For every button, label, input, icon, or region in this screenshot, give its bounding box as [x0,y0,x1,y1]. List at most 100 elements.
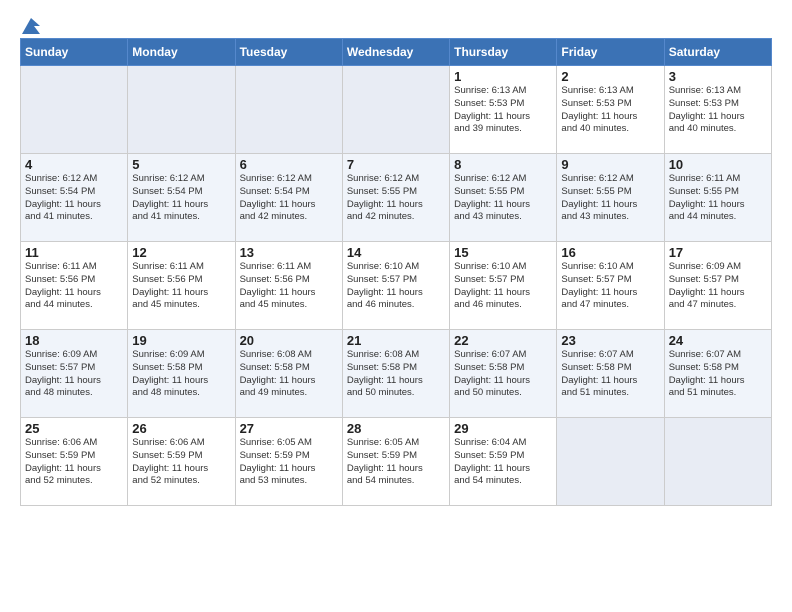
day-header-saturday: Saturday [664,39,771,66]
day-info: Sunrise: 6:11 AM Sunset: 5:56 PM Dayligh… [240,261,338,312]
calendar-header-row: SundayMondayTuesdayWednesdayThursdayFrid… [21,39,772,66]
day-info: Sunrise: 6:06 AM Sunset: 5:59 PM Dayligh… [132,437,230,488]
calendar-table: SundayMondayTuesdayWednesdayThursdayFrid… [20,38,772,506]
day-number: 15 [454,245,552,260]
day-info: Sunrise: 6:10 AM Sunset: 5:57 PM Dayligh… [561,261,659,312]
calendar-cell: 7Sunrise: 6:12 AM Sunset: 5:55 PM Daylig… [342,154,449,242]
calendar-cell: 28Sunrise: 6:05 AM Sunset: 5:59 PM Dayli… [342,418,449,506]
day-info: Sunrise: 6:12 AM Sunset: 5:55 PM Dayligh… [347,173,445,224]
day-number: 14 [347,245,445,260]
day-info: Sunrise: 6:12 AM Sunset: 5:54 PM Dayligh… [132,173,230,224]
day-number: 22 [454,333,552,348]
day-info: Sunrise: 6:09 AM Sunset: 5:58 PM Dayligh… [132,349,230,400]
day-info: Sunrise: 6:09 AM Sunset: 5:57 PM Dayligh… [669,261,767,312]
day-header-sunday: Sunday [21,39,128,66]
day-header-thursday: Thursday [450,39,557,66]
calendar-cell: 12Sunrise: 6:11 AM Sunset: 5:56 PM Dayli… [128,242,235,330]
day-info: Sunrise: 6:12 AM Sunset: 5:55 PM Dayligh… [561,173,659,224]
day-info: Sunrise: 6:07 AM Sunset: 5:58 PM Dayligh… [454,349,552,400]
day-header-monday: Monday [128,39,235,66]
calendar-body: 1Sunrise: 6:13 AM Sunset: 5:53 PM Daylig… [21,66,772,506]
calendar-cell: 4Sunrise: 6:12 AM Sunset: 5:54 PM Daylig… [21,154,128,242]
day-header-wednesday: Wednesday [342,39,449,66]
calendar-cell: 15Sunrise: 6:10 AM Sunset: 5:57 PM Dayli… [450,242,557,330]
header [20,16,772,30]
calendar-week-1: 4Sunrise: 6:12 AM Sunset: 5:54 PM Daylig… [21,154,772,242]
calendar-cell: 3Sunrise: 6:13 AM Sunset: 5:53 PM Daylig… [664,66,771,154]
day-info: Sunrise: 6:11 AM Sunset: 5:55 PM Dayligh… [669,173,767,224]
day-number: 28 [347,421,445,436]
day-info: Sunrise: 6:05 AM Sunset: 5:59 PM Dayligh… [347,437,445,488]
day-header-tuesday: Tuesday [235,39,342,66]
calendar-week-4: 25Sunrise: 6:06 AM Sunset: 5:59 PM Dayli… [21,418,772,506]
calendar-week-2: 11Sunrise: 6:11 AM Sunset: 5:56 PM Dayli… [21,242,772,330]
calendar-cell: 6Sunrise: 6:12 AM Sunset: 5:54 PM Daylig… [235,154,342,242]
day-number: 3 [669,69,767,84]
day-number: 5 [132,157,230,172]
calendar-cell: 20Sunrise: 6:08 AM Sunset: 5:58 PM Dayli… [235,330,342,418]
calendar-week-0: 1Sunrise: 6:13 AM Sunset: 5:53 PM Daylig… [21,66,772,154]
calendar-cell: 26Sunrise: 6:06 AM Sunset: 5:59 PM Dayli… [128,418,235,506]
calendar-cell: 8Sunrise: 6:12 AM Sunset: 5:55 PM Daylig… [450,154,557,242]
day-number: 25 [25,421,123,436]
calendar-cell: 9Sunrise: 6:12 AM Sunset: 5:55 PM Daylig… [557,154,664,242]
calendar-cell [21,66,128,154]
calendar-cell: 18Sunrise: 6:09 AM Sunset: 5:57 PM Dayli… [21,330,128,418]
calendar-cell: 5Sunrise: 6:12 AM Sunset: 5:54 PM Daylig… [128,154,235,242]
calendar-cell: 24Sunrise: 6:07 AM Sunset: 5:58 PM Dayli… [664,330,771,418]
day-info: Sunrise: 6:07 AM Sunset: 5:58 PM Dayligh… [561,349,659,400]
day-number: 9 [561,157,659,172]
calendar-cell [235,66,342,154]
day-header-friday: Friday [557,39,664,66]
day-number: 10 [669,157,767,172]
calendar-cell [128,66,235,154]
calendar-cell: 27Sunrise: 6:05 AM Sunset: 5:59 PM Dayli… [235,418,342,506]
day-info: Sunrise: 6:12 AM Sunset: 5:54 PM Dayligh… [240,173,338,224]
calendar-cell: 21Sunrise: 6:08 AM Sunset: 5:58 PM Dayli… [342,330,449,418]
calendar-cell: 19Sunrise: 6:09 AM Sunset: 5:58 PM Dayli… [128,330,235,418]
calendar-cell: 13Sunrise: 6:11 AM Sunset: 5:56 PM Dayli… [235,242,342,330]
day-number: 6 [240,157,338,172]
day-info: Sunrise: 6:10 AM Sunset: 5:57 PM Dayligh… [454,261,552,312]
day-info: Sunrise: 6:13 AM Sunset: 5:53 PM Dayligh… [561,85,659,136]
logo-icon [22,18,40,34]
day-number: 27 [240,421,338,436]
day-number: 23 [561,333,659,348]
day-info: Sunrise: 6:12 AM Sunset: 5:54 PM Dayligh… [25,173,123,224]
day-info: Sunrise: 6:08 AM Sunset: 5:58 PM Dayligh… [347,349,445,400]
day-info: Sunrise: 6:10 AM Sunset: 5:57 PM Dayligh… [347,261,445,312]
calendar-cell: 23Sunrise: 6:07 AM Sunset: 5:58 PM Dayli… [557,330,664,418]
calendar-cell: 1Sunrise: 6:13 AM Sunset: 5:53 PM Daylig… [450,66,557,154]
calendar-cell: 17Sunrise: 6:09 AM Sunset: 5:57 PM Dayli… [664,242,771,330]
day-number: 8 [454,157,552,172]
day-number: 29 [454,421,552,436]
calendar-cell: 29Sunrise: 6:04 AM Sunset: 5:59 PM Dayli… [450,418,557,506]
calendar-cell: 10Sunrise: 6:11 AM Sunset: 5:55 PM Dayli… [664,154,771,242]
logo [20,20,40,30]
calendar-cell [342,66,449,154]
day-info: Sunrise: 6:07 AM Sunset: 5:58 PM Dayligh… [669,349,767,400]
day-number: 19 [132,333,230,348]
day-info: Sunrise: 6:06 AM Sunset: 5:59 PM Dayligh… [25,437,123,488]
day-number: 21 [347,333,445,348]
day-number: 2 [561,69,659,84]
calendar-cell: 16Sunrise: 6:10 AM Sunset: 5:57 PM Dayli… [557,242,664,330]
calendar-cell [664,418,771,506]
day-info: Sunrise: 6:04 AM Sunset: 5:59 PM Dayligh… [454,437,552,488]
day-number: 24 [669,333,767,348]
day-number: 12 [132,245,230,260]
calendar-cell: 14Sunrise: 6:10 AM Sunset: 5:57 PM Dayli… [342,242,449,330]
day-number: 26 [132,421,230,436]
day-number: 18 [25,333,123,348]
day-info: Sunrise: 6:13 AM Sunset: 5:53 PM Dayligh… [669,85,767,136]
calendar-cell: 22Sunrise: 6:07 AM Sunset: 5:58 PM Dayli… [450,330,557,418]
day-number: 13 [240,245,338,260]
calendar-cell: 11Sunrise: 6:11 AM Sunset: 5:56 PM Dayli… [21,242,128,330]
day-info: Sunrise: 6:11 AM Sunset: 5:56 PM Dayligh… [25,261,123,312]
calendar-cell: 25Sunrise: 6:06 AM Sunset: 5:59 PM Dayli… [21,418,128,506]
day-number: 20 [240,333,338,348]
day-number: 7 [347,157,445,172]
day-number: 11 [25,245,123,260]
day-info: Sunrise: 6:12 AM Sunset: 5:55 PM Dayligh… [454,173,552,224]
calendar-cell [557,418,664,506]
